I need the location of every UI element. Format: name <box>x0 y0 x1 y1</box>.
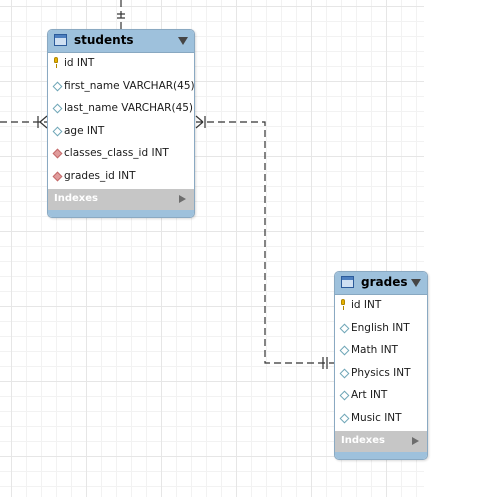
crowfoot-students-2 <box>195 121 204 129</box>
grades-table-title: grades <box>361 275 408 289</box>
students-table[interactable]: students id INT first_name VARCHAR(45) l… <box>47 29 195 218</box>
relationship-students-grades-line <box>196 121 334 364</box>
column-label: id INT <box>351 299 382 311</box>
column-label: classes_class_id INT <box>64 147 169 160</box>
column-label: id INT <box>64 57 95 69</box>
column-diamond-icon <box>52 103 63 114</box>
students-table-title: students <box>74 33 134 47</box>
indexes-label: Indexes <box>54 192 98 204</box>
column-row[interactable]: id INT <box>48 53 194 76</box>
column-row[interactable]: Physics INT <box>335 363 427 386</box>
foreign-key-icon <box>52 148 63 159</box>
column-diamond-icon <box>339 390 350 401</box>
collapse-arrow-icon[interactable] <box>178 37 188 45</box>
column-row[interactable]: English INT <box>335 318 427 341</box>
primary-key-icon <box>54 57 58 68</box>
column-label: Physics INT <box>351 366 411 379</box>
indexes-label: Indexes <box>341 434 385 446</box>
column-label: Math INT <box>351 344 398 357</box>
table-icon <box>54 34 67 46</box>
column-diamond-icon <box>339 323 350 334</box>
column-row[interactable]: Math INT <box>335 340 427 363</box>
column-row[interactable]: grades_id INT <box>48 166 194 189</box>
grades-table[interactable]: grades id INT English INT Math INT Physi… <box>334 271 428 460</box>
relationship-left-crow2 <box>39 121 48 129</box>
column-label: English INT <box>351 321 410 334</box>
column-diamond-icon <box>339 368 350 379</box>
column-diamond-icon <box>339 345 350 356</box>
column-label: last_name VARCHAR(45) <box>64 102 194 115</box>
relationship-left-crow1 <box>39 115 48 123</box>
column-diamond-icon <box>339 413 350 424</box>
column-row[interactable]: last_name VARCHAR(45) <box>48 98 194 121</box>
column-label: age INT <box>64 124 105 137</box>
column-diamond-icon <box>52 81 63 92</box>
expand-arrow-icon[interactable] <box>179 194 186 203</box>
grades-table-header[interactable]: grades <box>335 272 427 295</box>
column-label: Art INT <box>351 389 388 402</box>
primary-key-icon <box>341 299 345 310</box>
indexes-section[interactable]: Indexes <box>335 430 427 452</box>
collapse-arrow-icon[interactable] <box>411 279 421 287</box>
column-label: Music INT <box>351 411 402 424</box>
crowfoot-students-1 <box>195 115 204 123</box>
expand-arrow-icon[interactable] <box>412 436 419 445</box>
foreign-key-icon <box>52 171 63 182</box>
column-row[interactable]: id INT <box>335 295 427 318</box>
column-row[interactable]: Art INT <box>335 385 427 408</box>
column-diamond-icon <box>52 126 63 137</box>
column-row[interactable]: first_name VARCHAR(45) <box>48 76 194 99</box>
table-footer-bar <box>48 209 194 217</box>
column-label: grades_id INT <box>64 169 136 182</box>
column-row[interactable]: Music INT <box>335 408 427 431</box>
column-row[interactable]: age INT <box>48 121 194 144</box>
column-label: first_name VARCHAR(45) <box>64 79 195 92</box>
table-footer-bar <box>335 451 427 459</box>
column-row[interactable]: classes_class_id INT <box>48 143 194 166</box>
table-icon <box>341 276 354 288</box>
indexes-section[interactable]: Indexes <box>48 188 194 210</box>
students-table-header[interactable]: students <box>48 30 194 53</box>
